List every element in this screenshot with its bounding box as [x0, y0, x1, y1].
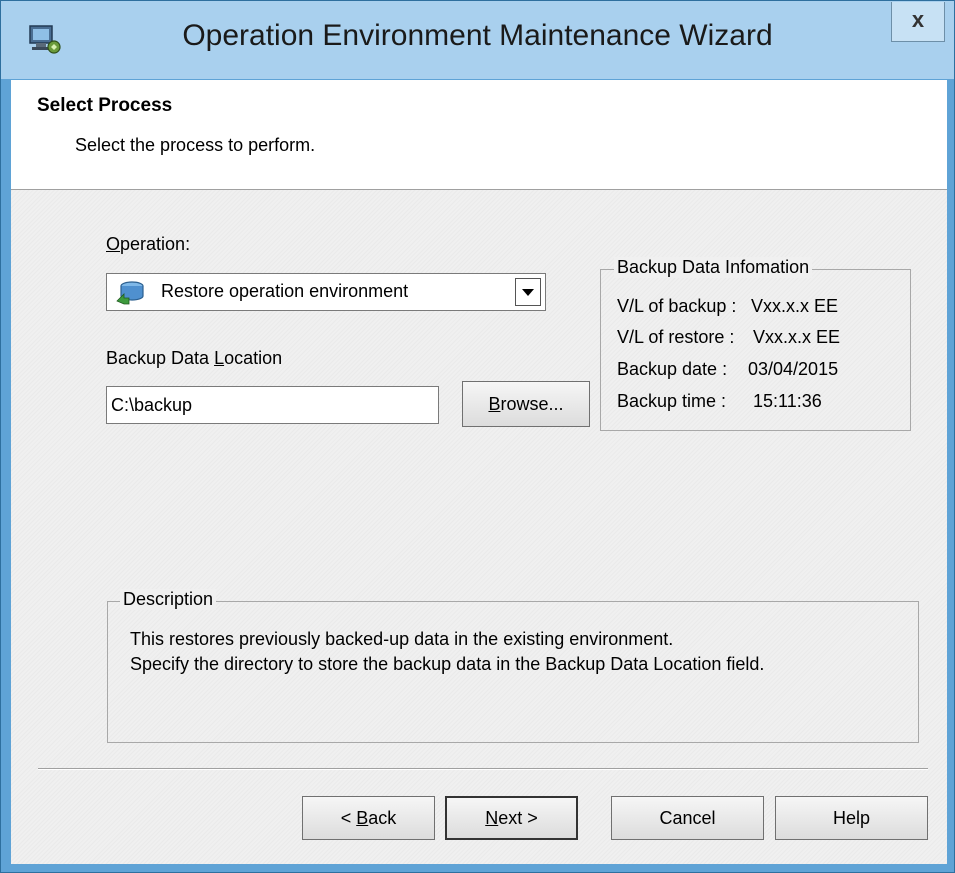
page-title: Select Process — [37, 95, 173, 116]
operation-label: Operation: — [106, 234, 191, 254]
backup-info-group: Backup Data Infomation V/L of backup : V… — [600, 257, 911, 431]
back-button[interactable]: < Back — [302, 796, 435, 840]
window-title: Operation Environment Maintenance Wizard — [182, 19, 773, 52]
dropdown-arrow-button[interactable] — [515, 278, 541, 306]
footer-divider — [38, 768, 928, 770]
title-bar[interactable]: Operation Environment Maintenance Wizard… — [1, 1, 954, 79]
description-line: This restores previously backed-up data … — [130, 629, 674, 649]
page-subtitle: Select the process to perform. — [75, 135, 316, 155]
backup-time-label: Backup time : — [617, 391, 727, 411]
restore-version-label: V/L of restore : — [617, 327, 735, 347]
restore-environment-icon — [116, 281, 144, 305]
operation-label-mnemonic: O — [106, 234, 121, 254]
backup-version-value: Vxx.x.x EE — [751, 296, 839, 316]
description-group: Description This restores previously bac… — [107, 589, 919, 743]
operation-select[interactable]: Restore operation environment — [106, 273, 546, 311]
backup-info-title: Backup Data Infomation — [614, 257, 813, 278]
backup-location-label: Backup Data Location — [106, 348, 283, 368]
backup-location-mnemonic: L — [214, 348, 225, 368]
wizard-header: Select Process Select the process to per… — [11, 80, 947, 190]
backup-date-value: 03/04/2015 — [748, 359, 839, 379]
close-button[interactable]: x — [891, 2, 945, 42]
wizard-window: Operation Environment Maintenance Wizard… — [0, 0, 955, 873]
backup-date-label: Backup date : — [617, 359, 728, 379]
restore-version-value: Vxx.x.x EE — [753, 327, 841, 347]
description-line: Specify the directory to store the backu… — [130, 654, 765, 674]
next-button[interactable]: Next > — [445, 796, 578, 840]
backup-time-value: 15:11:36 — [753, 391, 822, 411]
wizard-body: Select Process Select the process to per… — [11, 80, 947, 864]
cancel-button[interactable]: Cancel — [611, 796, 764, 840]
description-title: Description — [120, 589, 217, 610]
browse-button[interactable]: Browse... — [462, 381, 590, 427]
backup-version-label: V/L of backup : — [617, 296, 737, 316]
operation-selected-value: Restore operation environment — [161, 281, 409, 301]
help-button[interactable]: Help — [775, 796, 928, 840]
backup-location-input[interactable] — [106, 386, 439, 424]
